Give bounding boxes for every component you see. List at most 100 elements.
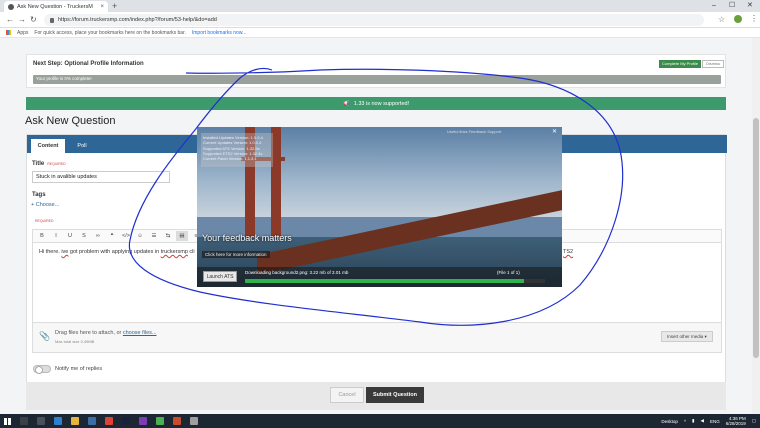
tags-choose-link[interactable]: + Choose... [31,202,59,208]
clock[interactable]: 4:36 PM 6/28/2019 [726,416,746,426]
choose-files-link[interactable]: choose files... [123,330,157,336]
format-button[interactable]: ☺ [134,231,146,241]
close-window-icon[interactable]: ✕ [747,0,753,12]
tags-choose-text: Choose... [35,202,60,208]
truck-game-icon[interactable] [173,417,181,425]
format-button[interactable]: </> [120,231,132,241]
version-info-line: Current Patch Version: 1.1.3.1 [203,156,257,162]
submit-question-button[interactable]: Submit Question [366,387,424,403]
form-actions: Cancel Submit Question [26,382,726,410]
network-icon[interactable]: ▮ [692,418,694,424]
body-text-ts2: TS2 [563,249,574,255]
body-text-part: got problem with applying updates in [68,249,161,255]
browser-tabstrip: Ask New Question - TruckersM × + – ☐ ✕ [0,0,760,12]
search-icon[interactable] [20,417,28,425]
bookmark-star-icon[interactable]: ☆ [718,15,725,24]
volume-icon[interactable]: ◀ [700,418,703,424]
launcher-bottom-bar: Launch ATS Downloading background2.png: … [197,267,562,287]
max-size-text: Max total size 0.49MB [55,339,95,344]
tab-poll[interactable]: Poll [71,139,93,153]
close-tab-icon[interactable]: × [100,4,104,10]
announcement-text: 1.33 is now supported! [353,100,410,107]
format-button[interactable]: S [78,231,90,241]
forward-icon[interactable]: → [18,15,26,24]
more-info-link[interactable]: Click here for more information [202,251,270,258]
tray-chevron-icon[interactable]: ^ [684,419,686,424]
format-button[interactable]: U [64,231,76,241]
download-progress-bar [245,279,545,283]
import-bookmarks-link[interactable]: Import bookmarks now... [192,30,246,36]
system-tray: Desktop ^ ▮ ◀ ENG 4:36 PM 6/28/2019 ▢ [661,416,756,426]
format-button[interactable]: ❝ [106,231,118,241]
title-label-text: Title [32,161,45,167]
launch-ats-button[interactable]: Launch ATS [203,271,237,282]
desktop-label[interactable]: Desktop [661,419,678,424]
format-button[interactable]: I [50,231,62,241]
insert-media-button[interactable]: Insert other media ▾ [661,331,713,342]
profile-progress-bar: Your profile is 0% complete! [33,75,721,84]
plus-icon: + [31,202,35,208]
attach-text-label: Drag files here to attach, or [55,330,123,336]
next-step-title: Next Step: Optional Profile Information [33,61,144,67]
back-icon[interactable]: ← [6,15,14,24]
notifications-icon[interactable]: ▢ [752,418,756,424]
apps-icon[interactable] [6,30,11,35]
reload-icon[interactable]: ↻ [30,15,37,24]
version-info-line: Current Updates Version: 1.0.0.4 [203,140,262,146]
format-button[interactable]: ∞ [92,231,104,241]
format-button[interactable]: ⇆ [162,231,174,241]
chrome-icon[interactable] [156,417,164,425]
browser-toolbar: ← → ↻ https://forum.truckersmp.com/index… [0,12,760,28]
steam-icon[interactable] [122,417,130,425]
complete-profile-button[interactable]: Complete My Profile [659,60,702,68]
minimize-icon[interactable]: – [712,0,716,12]
overlay-links[interactable]: Useful links Feedback Support [447,129,501,134]
paperclip-icon: 📎 [39,331,51,341]
cancel-button[interactable]: Cancel [330,387,364,403]
tab-content[interactable]: Content [31,139,65,153]
notify-toggle[interactable] [33,365,51,374]
profile-progress-text: Your profile is 0% complete! [36,76,92,81]
feedback-title: Your feedback matters [202,233,292,243]
kebab-menu-icon[interactable]: ⋮ [750,14,758,23]
address-bar[interactable]: https://forum.truckersmp.com/index.php?/… [44,14,704,26]
app-icon[interactable] [139,417,147,425]
download-status-text: Downloading background2.png: 3.22 mb of … [245,270,349,275]
edge-icon[interactable] [54,417,62,425]
truckersmp-favicon-icon [8,3,14,10]
scrollbar-thumb[interactable] [753,118,759,358]
overlay-close-icon[interactable]: ✕ [552,128,557,135]
body-text-part: Hi there. [39,249,62,255]
app-icon[interactable] [190,417,198,425]
announcement-banner: 📢 1.33 is now supported! [26,97,726,110]
file-explorer-icon[interactable] [71,417,79,425]
app-icon[interactable] [105,417,113,425]
language-indicator[interactable]: ENG [710,419,720,424]
bookmarks-bar: Apps For quick access, place your bookma… [0,28,760,38]
format-button[interactable]: B [36,231,48,241]
title-label: Title REQUIRED [32,161,66,167]
store-icon[interactable] [88,417,96,425]
attach-text: Drag files here to attach, or choose fil… [55,330,157,336]
clock-date: 6/28/2019 [725,421,746,426]
page-scrollbar[interactable] [752,38,760,414]
format-button[interactable]: ☰ [148,231,160,241]
launcher-overlay-window: Installed Updates Version: 1.0.0.4 Curren… [197,127,562,287]
apps-label[interactable]: Apps [17,30,28,36]
attachment-area[interactable]: 📎 Drag files here to attach, or choose f… [32,323,722,353]
maximize-icon[interactable]: ☐ [729,0,735,12]
title-input[interactable]: Stuck in avalible updates [32,171,170,183]
windows-start-icon[interactable] [4,417,11,425]
tags-label: Tags [32,192,46,198]
task-view-icon[interactable] [37,417,45,425]
lock-icon [50,17,54,23]
file-count-text: (File 1 of 1) [497,270,520,275]
notify-label: Notify me of replies [55,366,103,372]
dismiss-button[interactable]: Dismiss [702,60,724,68]
next-step-panel: Next Step: Optional Profile Information … [26,54,726,88]
new-tab-button[interactable]: + [112,1,117,11]
browser-tab[interactable]: Ask New Question - TruckersM × [4,1,108,12]
megaphone-icon: 📢 [342,100,350,107]
profile-avatar[interactable] [734,15,742,23]
format-button[interactable]: ▤ [176,231,188,241]
